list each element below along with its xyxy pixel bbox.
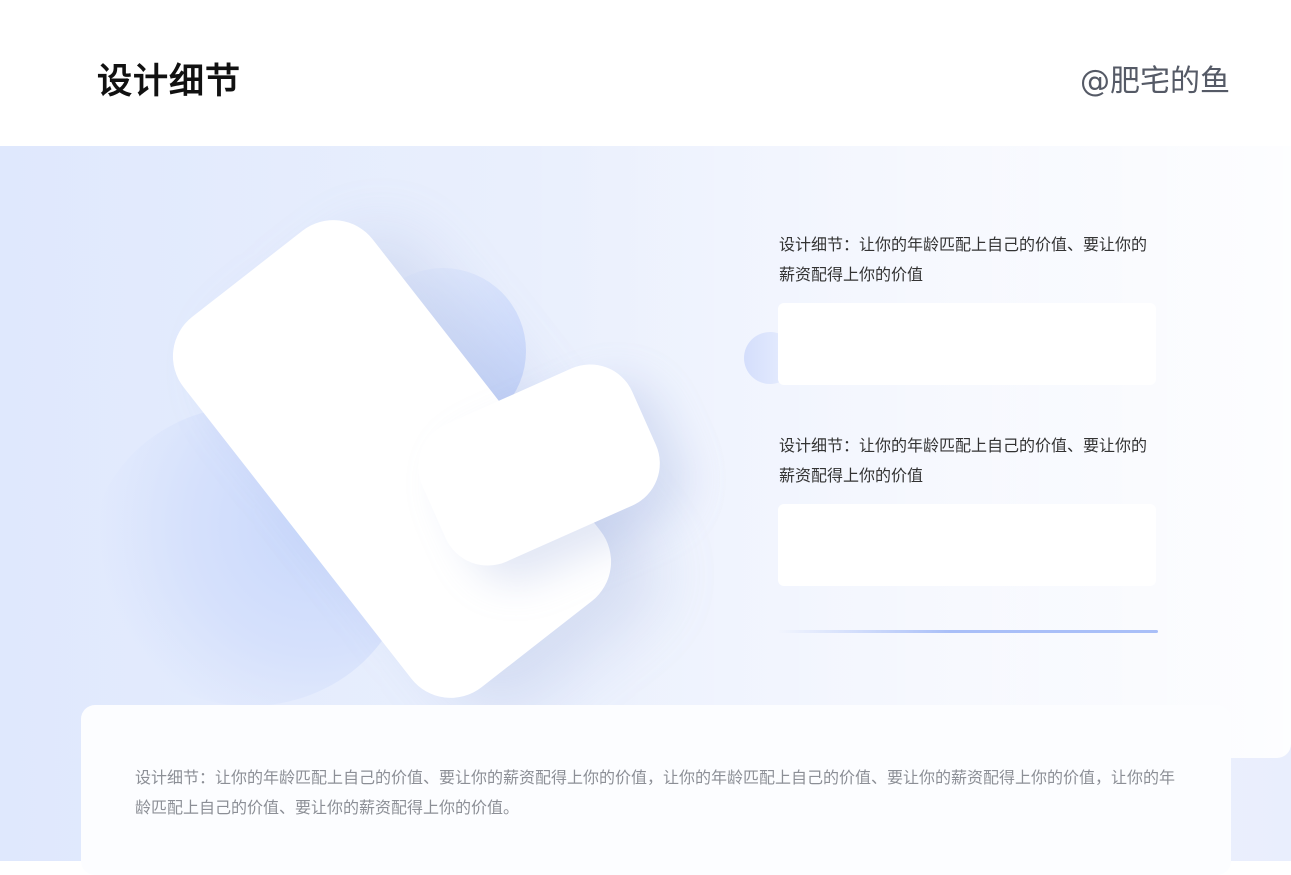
- footer-description: 设计细节：让你的年龄匹配上自己的价值、要让你的薪资配得上你的价值，让你的年龄匹配…: [135, 768, 1176, 817]
- feature-description-1: 设计细节：让你的年龄匹配上自己的价值、要让你的薪资配得上你的价值: [779, 235, 1148, 284]
- feature-panel-2: [778, 504, 1156, 586]
- page-title: 设计细节: [97, 62, 242, 102]
- header: 设计细节 @肥宅的鱼: [0, 0, 1291, 146]
- accent-divider: [778, 630, 1158, 633]
- author-signature: @肥宅的鱼: [1080, 64, 1230, 99]
- feature-panel-1: [778, 303, 1156, 385]
- feature-description-2: 设计细节：让你的年龄匹配上自己的价值、要让你的薪资配得上你的价值: [779, 436, 1148, 485]
- footer-card: 设计细节：让你的年龄匹配上自己的价值、要让你的薪资配得上你的价值，让你的年龄匹配…: [81, 705, 1231, 875]
